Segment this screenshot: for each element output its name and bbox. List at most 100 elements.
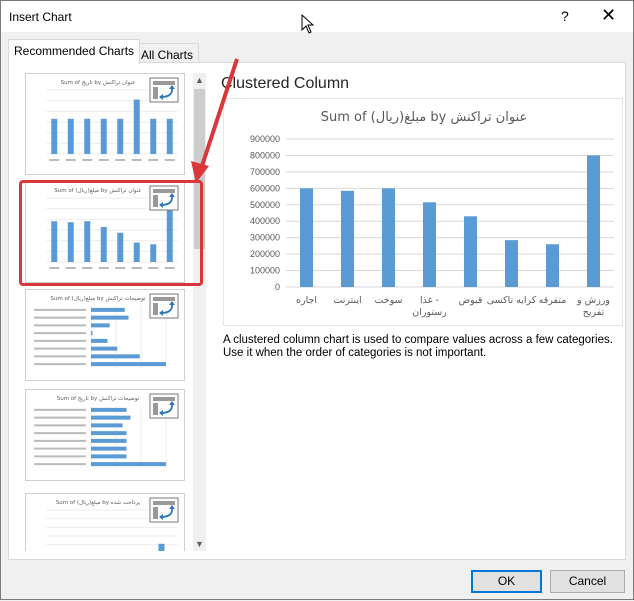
- thumbnail-bar: [91, 315, 129, 320]
- thumbnail-label: [115, 159, 126, 161]
- x-tick-label: غذا -رستوران: [412, 295, 447, 318]
- chart-title: Sum of (ریال)مبلغ by عنوان تراکنش: [321, 110, 528, 125]
- thumbnail-label: [34, 363, 86, 366]
- thumbnail-label: [131, 267, 142, 269]
- thumbnail-label: [34, 416, 86, 419]
- chart-thumbnail[interactable]: Sum of (ریال)مبلغ by پرداخت شده: [25, 493, 185, 551]
- dialog-title: Insert Chart: [9, 10, 72, 24]
- cancel-button[interactable]: Cancel: [550, 570, 625, 593]
- y-tick-label: 800000: [250, 150, 280, 160]
- thumbnail-bar: [91, 338, 108, 343]
- thumbnail-label: [34, 355, 86, 358]
- scroll-down-icon[interactable]: ▼: [193, 537, 206, 551]
- thumbnail-bar: [133, 99, 140, 154]
- chart-thumbnail[interactable]: Sum of تاریخ by عنوان تراکنش: [25, 73, 185, 175]
- thumbnail-title: Sum of (ریال)مبلغ by عنوان تراکنش: [54, 187, 141, 194]
- thumbnail-label: [98, 267, 109, 269]
- thumbnail-bar: [91, 346, 118, 351]
- y-tick-label: 200000: [250, 249, 280, 259]
- thumbnail-label: [164, 159, 175, 161]
- thumbnail-label: [34, 347, 86, 350]
- y-tick-label: 700000: [250, 167, 280, 177]
- x-tick-label: اجاره: [296, 295, 317, 306]
- tab-recommended-charts[interactable]: Recommended Charts: [8, 39, 141, 64]
- thumbnail-label: [34, 463, 86, 466]
- thumbnail-label: [49, 267, 60, 269]
- thumbnail-label: [82, 159, 93, 161]
- ok-button[interactable]: OK: [471, 570, 542, 593]
- chart-preview: Sum of (ریال)مبلغ by عنوان تراکنش 0 10000…: [223, 98, 623, 326]
- thumbnail-bar: [91, 354, 140, 359]
- thumbnail-svg: Sum of (ریال)مبلغ by پرداخت شده: [46, 497, 179, 551]
- thumbnail-bar: [91, 454, 127, 459]
- thumbnail-label: [34, 424, 86, 427]
- thumbnail-bar: [91, 431, 127, 436]
- x-tick-label: اینترنت: [333, 295, 361, 306]
- thumbnail-svg: Sum of تاریخ by عنوان تراکنش: [46, 77, 179, 161]
- thumbnail-svg: Sum of (ریال)مبلغ by توضیحات تراکنش: [34, 293, 179, 368]
- y-tick-label: 600000: [250, 183, 280, 193]
- thumbnail-label: [148, 267, 159, 269]
- thumbnail-bar: [91, 331, 93, 336]
- thumbnail-label: [49, 159, 60, 161]
- scroll-up-icon[interactable]: ▲: [193, 73, 206, 87]
- thumbnail-label: [34, 316, 86, 319]
- thumbnail-bar: [91, 438, 127, 443]
- thumbnail-label: [34, 408, 86, 411]
- thumbnail-label: [148, 159, 159, 161]
- thumbnail-bar: [91, 323, 110, 328]
- thumbnail-bar: [117, 232, 124, 262]
- thumbnail-bar: [84, 221, 91, 262]
- insert-chart-dialog: Insert Chart ? ✕ All Charts Recommended …: [0, 0, 634, 600]
- thumbnail-bar: [91, 446, 127, 451]
- thumbnail-bar: [133, 242, 140, 262]
- bar: [382, 188, 395, 287]
- thumbnail-bar: [150, 244, 157, 262]
- thumbnail-label: [98, 159, 109, 161]
- list-scrollbar[interactable]: ▲ ▼: [193, 73, 206, 551]
- thumbnail-label: [34, 308, 86, 311]
- chart-thumbnail[interactable]: Sum of (ریال)مبلغ by عنوان تراکنش: [25, 181, 185, 283]
- thumbnail-title: Sum of تاریخ by توضیحات تراکنش: [57, 395, 140, 402]
- x-tick-label: ورزش و تفریح: [576, 295, 610, 318]
- thumbnail-label: [65, 159, 76, 161]
- thumbnail-bar: [91, 307, 125, 312]
- bar: [587, 155, 600, 287]
- chart-thumbnail[interactable]: Sum of (ریال)مبلغ by توضیحات تراکنش: [25, 289, 185, 381]
- x-tick-label: کرایه تاکسی: [487, 295, 537, 306]
- thumbnail-label: [34, 339, 86, 342]
- thumbnail-bar: [91, 462, 166, 467]
- thumbnail-title: Sum of (ریال)مبلغ by پرداخت شده: [56, 500, 141, 506]
- y-tick-label: 400000: [250, 216, 280, 226]
- close-button[interactable]: ✕: [601, 5, 616, 26]
- scrollbar-thumb[interactable]: [194, 89, 205, 249]
- y-tick-label: 900000: [250, 134, 280, 144]
- bar: [464, 216, 477, 287]
- thumbnail-bar: [51, 221, 58, 262]
- switch-row-column-icon: [149, 185, 179, 211]
- thumbnail-label: [34, 432, 86, 435]
- thumbnail-bar: [100, 118, 107, 154]
- y-tick-label: 300000: [250, 233, 280, 243]
- chart-thumbnail[interactable]: Sum of تاریخ by توضیحات تراکنش: [25, 389, 185, 481]
- thumbnail-title: Sum of تاریخ by عنوان تراکنش: [61, 79, 136, 86]
- help-button[interactable]: ?: [561, 8, 569, 24]
- x-tick-label: متفرقه: [539, 295, 567, 306]
- thumbnail-bar: [91, 362, 166, 367]
- thumbnail-label: [34, 332, 86, 335]
- thumbnail-label: [82, 267, 93, 269]
- thumbnail-bar: [91, 407, 127, 412]
- thumbnail-bar: [67, 118, 74, 154]
- thumbnail-bar: [150, 118, 157, 154]
- thumbnail-label: [34, 439, 86, 442]
- switch-row-column-icon: [149, 497, 179, 523]
- y-tick-label: 0: [275, 282, 280, 292]
- bar: [505, 240, 518, 287]
- thumbnail-bar: [117, 118, 124, 154]
- thumbnail-bar: [158, 543, 165, 551]
- bar: [300, 188, 313, 287]
- thumbnail-bar: [51, 118, 58, 154]
- thumbnail-label: [131, 159, 142, 161]
- thumbnail-label: [34, 324, 86, 327]
- thumbnail-svg: Sum of تاریخ by توضیحات تراکنش: [34, 393, 179, 468]
